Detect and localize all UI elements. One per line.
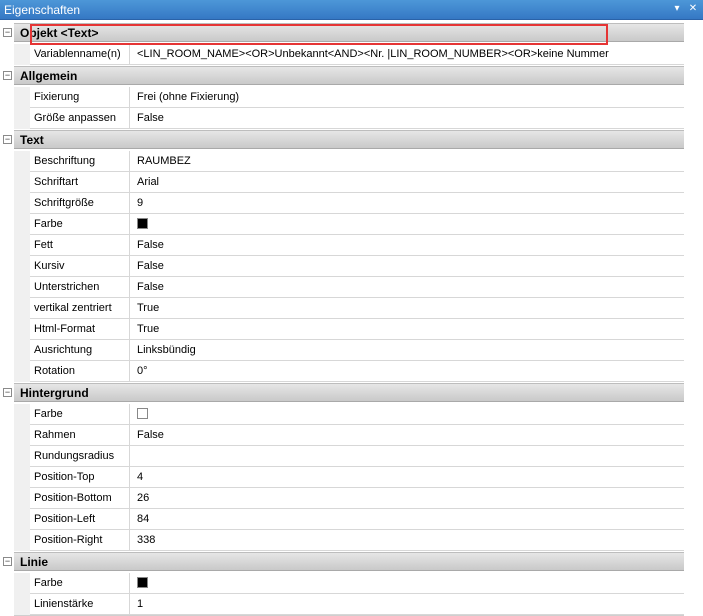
property-name: Position-Top <box>30 467 130 487</box>
property-row[interactable]: Schriftart Arial <box>30 172 684 193</box>
property-name: Fett <box>30 235 130 255</box>
panel-titlebar: Eigenschaften ▾ ✕ <box>0 0 703 20</box>
property-row[interactable]: Unterstrichen False <box>30 277 684 298</box>
category-label: Linie <box>20 555 49 569</box>
property-name: Rahmen <box>30 425 130 445</box>
category-label: Text <box>20 133 44 147</box>
property-row[interactable]: Farbe <box>30 573 684 594</box>
property-name: Kursiv <box>30 256 130 276</box>
property-name: Unterstrichen <box>30 277 130 297</box>
property-name: Position-Bottom <box>30 488 130 508</box>
property-value[interactable]: 1 <box>131 594 684 614</box>
collapse-toggle-icon[interactable]: − <box>3 557 12 566</box>
property-row[interactable]: Position-Left 84 <box>30 509 684 530</box>
color-swatch[interactable] <box>137 217 148 229</box>
property-value[interactable]: False <box>131 277 684 297</box>
property-name: Farbe <box>30 214 130 234</box>
color-swatch[interactable] <box>137 407 148 419</box>
property-name: Html-Format <box>30 319 130 339</box>
property-value[interactable]: 4 <box>131 467 684 487</box>
property-value[interactable]: False <box>131 256 684 276</box>
property-value[interactable] <box>131 404 684 424</box>
property-value[interactable]: 338 <box>131 530 684 550</box>
row-indent-column <box>14 87 30 129</box>
property-name: Schriftgröße <box>30 193 130 213</box>
row-indent-column <box>14 404 30 551</box>
category-header[interactable]: Hintergrund <box>14 383 684 402</box>
category-label: Objekt <Text> <box>20 26 99 40</box>
property-name: Variablenname(n) <box>30 44 130 64</box>
property-row[interactable]: Schriftgröße 9 <box>30 193 684 214</box>
property-value[interactable]: False <box>131 108 684 128</box>
property-row[interactable]: Html-Format True <box>30 319 684 340</box>
property-value[interactable]: 0° <box>131 361 684 381</box>
property-value[interactable]: 9 <box>131 193 684 213</box>
property-row[interactable]: Position-Bottom 26 <box>30 488 684 509</box>
grid-right-gutter <box>684 20 703 609</box>
property-row[interactable]: Farbe <box>30 214 684 235</box>
property-name: Ausrichtung <box>30 340 130 360</box>
property-value[interactable]: RAUMBEZ <box>131 151 684 171</box>
property-grid: − Objekt <Text> Variablenname(n) <LIN_ROOM_… <box>0 20 703 616</box>
category-header[interactable]: Linie <box>14 552 684 571</box>
property-value[interactable]: Arial <box>131 172 684 192</box>
property-name: Position-Right <box>30 530 130 550</box>
property-value[interactable]: False <box>131 425 684 445</box>
property-row[interactable]: Position-Top 4 <box>30 467 684 488</box>
property-row[interactable]: Fett False <box>30 235 684 256</box>
category-label: Hintergrund <box>20 386 89 400</box>
collapse-toggle-icon[interactable]: − <box>3 135 12 144</box>
category-header[interactable]: Objekt <Text> <box>14 23 684 42</box>
property-row[interactable]: Größe anpassen False <box>30 108 684 129</box>
property-value[interactable]: False <box>131 235 684 255</box>
property-row[interactable]: Position-Right 338 <box>30 530 684 551</box>
property-name: Rundungsradius <box>30 446 130 466</box>
property-value[interactable]: <LIN_ROOM_NAME><OR>Unbekannt<AND><Nr. |L… <box>131 44 684 64</box>
property-value[interactable]: True <box>131 298 684 318</box>
property-value[interactable]: Linksbündig <box>131 340 684 360</box>
property-value[interactable]: 26 <box>131 488 684 508</box>
property-name: Position-Left <box>30 509 130 529</box>
property-row[interactable]: Variablenname(n) <LIN_ROOM_NAME><OR>Unbek… <box>30 44 684 65</box>
property-row[interactable]: Linienstärke 1 <box>30 594 684 615</box>
close-icon[interactable]: ✕ <box>686 2 700 16</box>
category-header[interactable]: Text <box>14 130 684 149</box>
property-name: vertikal zentriert <box>30 298 130 318</box>
collapse-toggle-icon[interactable]: − <box>3 388 12 397</box>
property-row[interactable]: Rotation 0° <box>30 361 684 382</box>
property-name: Größe anpassen <box>30 108 130 128</box>
property-name: Beschriftung <box>30 151 130 171</box>
property-value[interactable] <box>131 214 684 234</box>
category-header[interactable]: Allgemein <box>14 66 684 85</box>
row-indent-column <box>14 44 30 65</box>
property-row[interactable]: Rundungsradius <box>30 446 684 467</box>
collapse-toggle-icon[interactable]: − <box>3 28 12 37</box>
property-value[interactable]: Frei (ohne Fixierung) <box>131 87 684 107</box>
property-row[interactable]: Farbe <box>30 404 684 425</box>
property-name: Rotation <box>30 361 130 381</box>
grid-left-margin <box>0 20 14 609</box>
property-row[interactable]: Rahmen False <box>30 425 684 446</box>
property-row[interactable]: Fixierung Frei (ohne Fixierung) <box>30 87 684 108</box>
row-indent-column <box>14 151 30 382</box>
property-name: Schriftart <box>30 172 130 192</box>
category-label: Allgemein <box>20 69 78 83</box>
property-value[interactable] <box>131 446 684 466</box>
property-row[interactable]: Kursiv False <box>30 256 684 277</box>
property-value[interactable]: True <box>131 319 684 339</box>
property-name: Fixierung <box>30 87 130 107</box>
property-value[interactable] <box>131 573 684 593</box>
color-swatch[interactable] <box>137 576 148 588</box>
property-row[interactable]: Beschriftung RAUMBEZ <box>30 151 684 172</box>
dropdown-icon[interactable]: ▾ <box>670 2 684 16</box>
property-name: Farbe <box>30 573 130 593</box>
property-row[interactable]: Ausrichtung Linksbündig <box>30 340 684 361</box>
property-value[interactable]: 84 <box>131 509 684 529</box>
panel-title: Eigenschaften <box>4 3 81 17</box>
property-row[interactable]: vertikal zentriert True <box>30 298 684 319</box>
property-name: Linienstärke <box>30 594 130 614</box>
property-name: Farbe <box>30 404 130 424</box>
collapse-toggle-icon[interactable]: − <box>3 71 12 80</box>
